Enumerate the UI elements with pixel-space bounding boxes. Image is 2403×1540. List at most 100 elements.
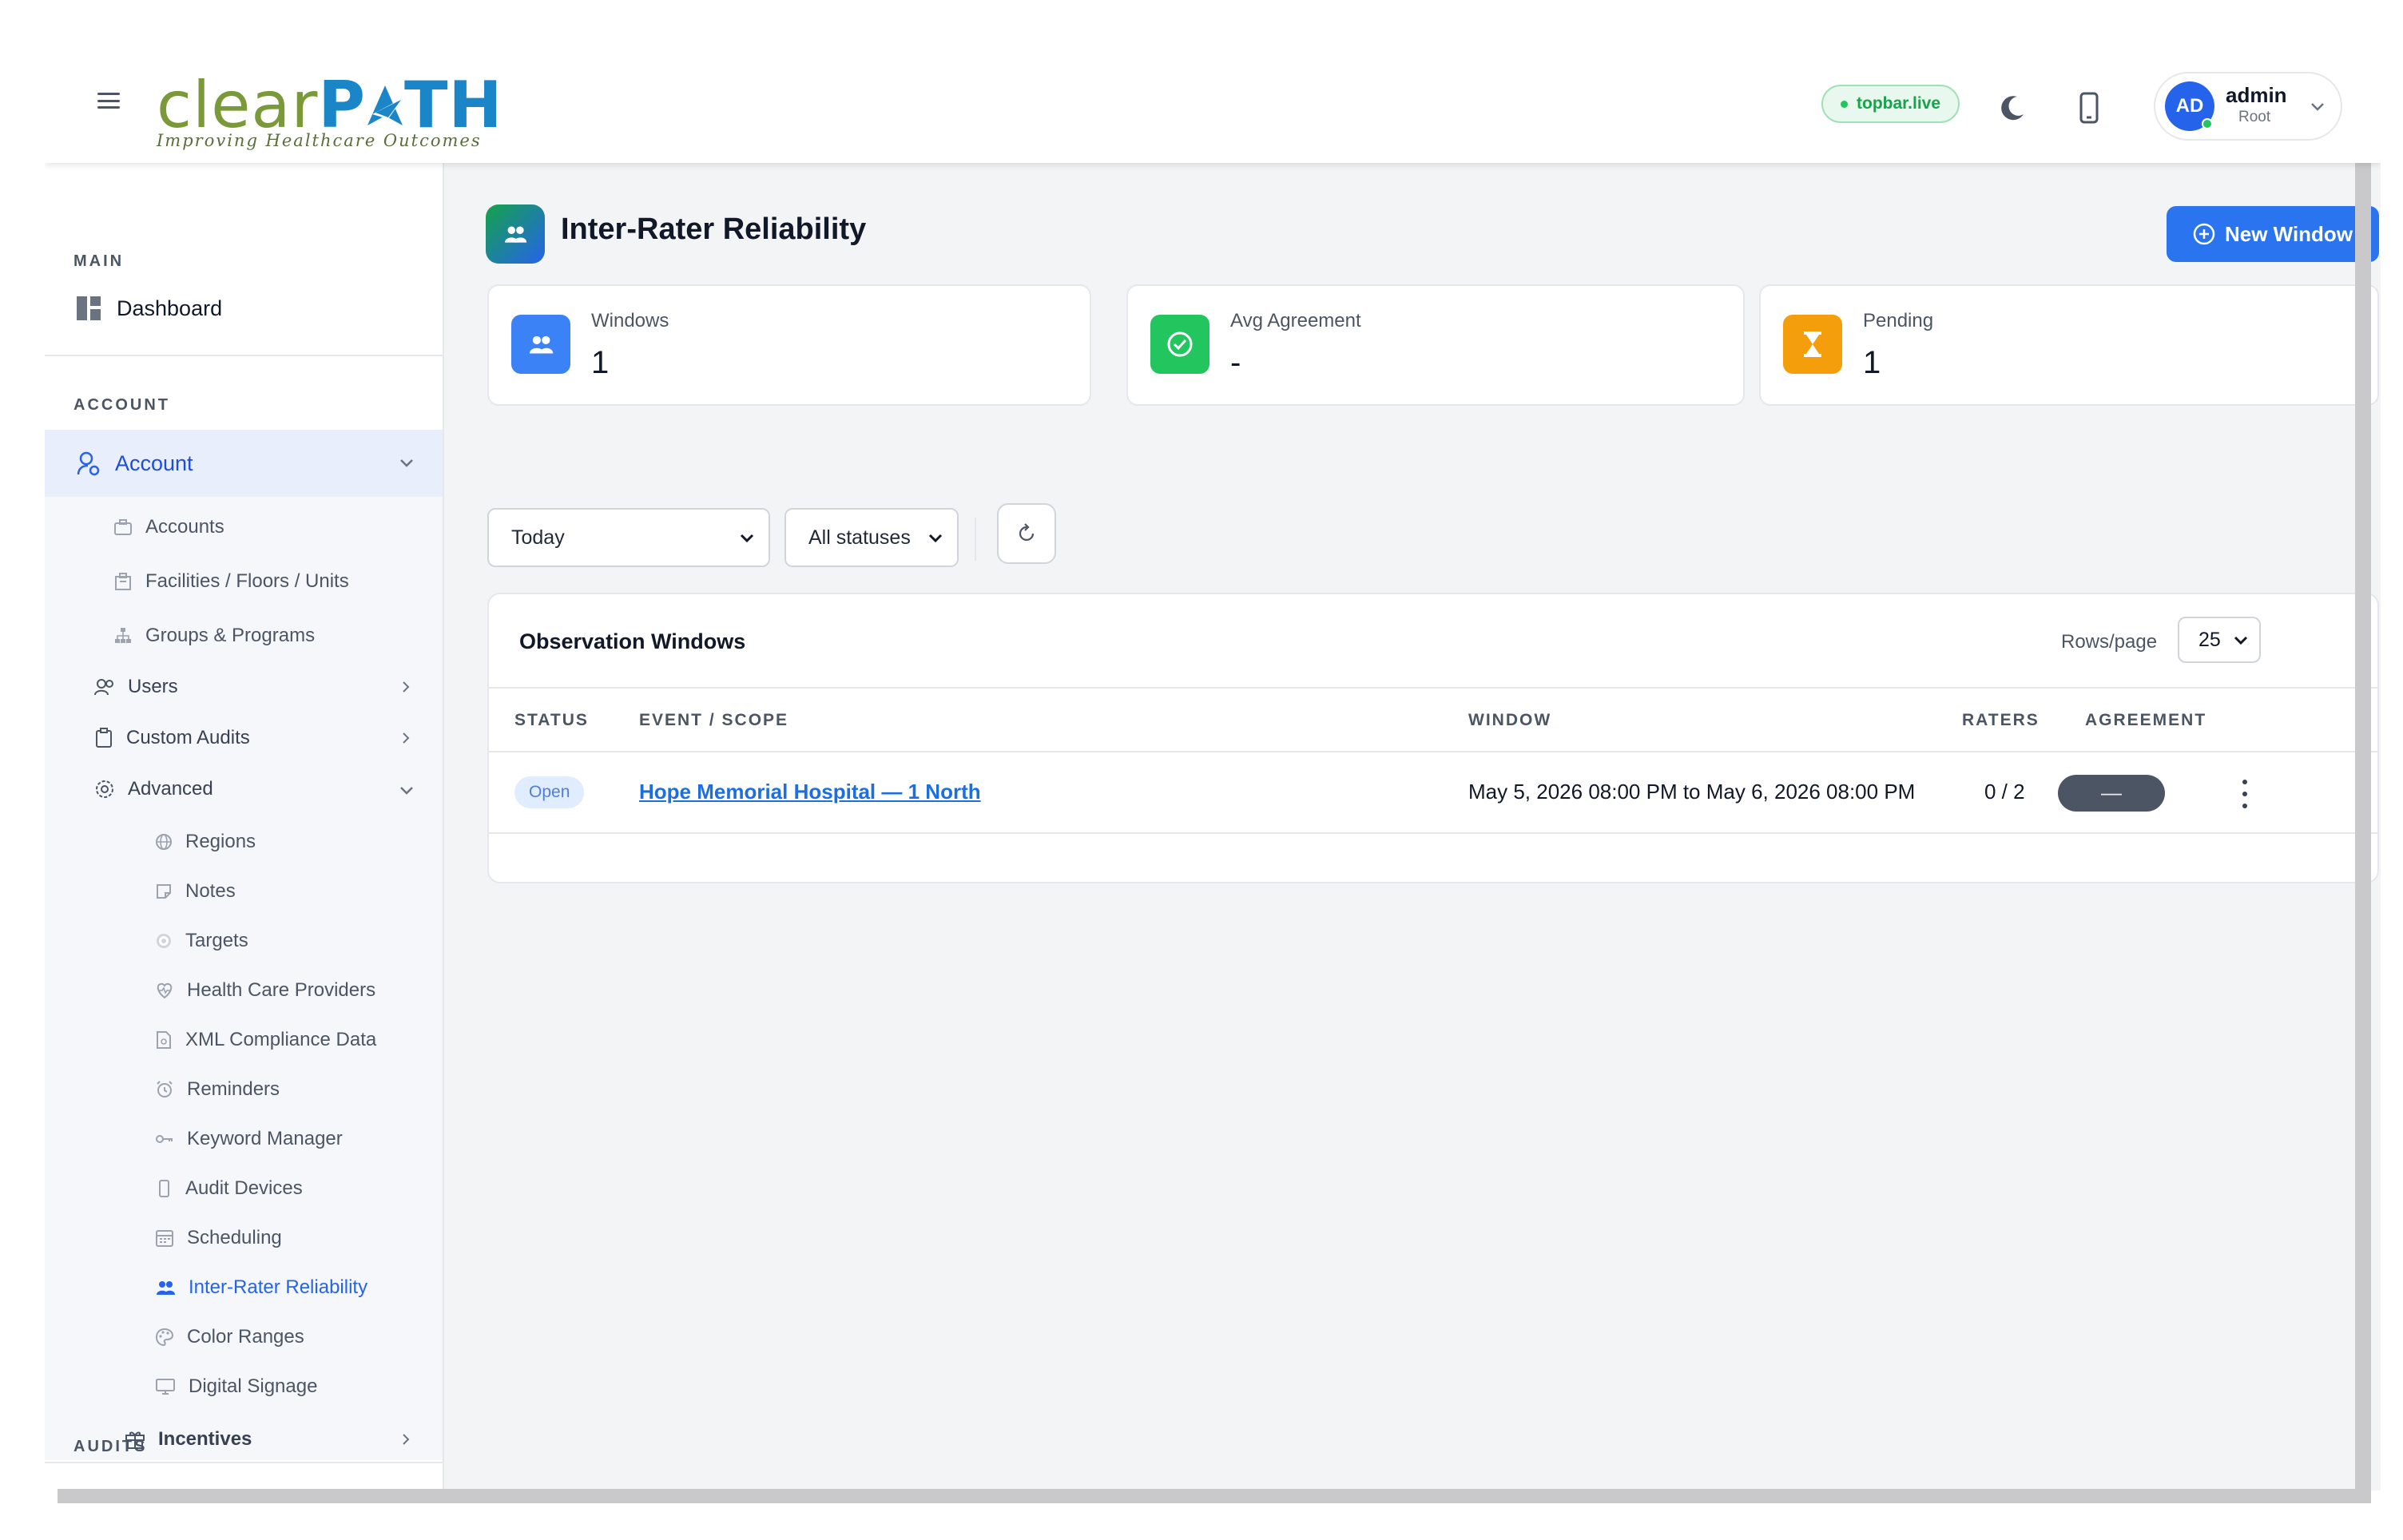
chevron-down-icon bbox=[928, 534, 943, 543]
window-shadow-bottom bbox=[58, 1489, 2371, 1503]
sidebar-item-users[interactable]: Users bbox=[94, 668, 443, 706]
sidebar-item-account[interactable]: Account bbox=[45, 430, 443, 497]
sidebar-item-scheduling[interactable]: Scheduling bbox=[155, 1219, 282, 1257]
window-range: May 5, 2026 08:00 PM to May 6, 2026 08:0… bbox=[1468, 780, 1916, 804]
avatar: AD bbox=[2165, 81, 2214, 131]
user-name: admin bbox=[2226, 83, 2287, 107]
sidebar-item-regions[interactable]: Regions bbox=[155, 823, 256, 861]
date-range-select[interactable]: Today bbox=[487, 508, 770, 567]
column-header-event: EVENT / SCOPE bbox=[639, 711, 789, 729]
stat-title: Avg Agreement bbox=[1230, 310, 1361, 331]
sidebar-item-groups-programs[interactable]: Groups & Programs bbox=[113, 617, 315, 655]
chevron-right-icon bbox=[403, 1434, 410, 1445]
sidebar-item-color-ranges[interactable]: Color Ranges bbox=[155, 1318, 304, 1356]
paper-plane-icon bbox=[367, 85, 403, 125]
sidebar-item-targets[interactable]: Targets bbox=[155, 922, 248, 960]
sidebar-item-label: Account bbox=[115, 450, 193, 475]
agreement-pill: — bbox=[2058, 775, 2165, 812]
logo-tagline: Improving Healthcare Outcomes bbox=[157, 131, 482, 150]
users-icon bbox=[157, 1281, 175, 1295]
file-code-icon bbox=[157, 1031, 171, 1049]
main-content: Inter-Rater Reliability New Window Windo… bbox=[446, 163, 2381, 1490]
calendar-icon bbox=[156, 1230, 173, 1247]
new-window-button[interactable]: New Window bbox=[2167, 206, 2379, 262]
page-title: Inter-Rater Reliability bbox=[561, 212, 867, 246]
topbar: clearP TH Improving Healthcare Outcomes t… bbox=[45, 58, 2381, 163]
sidebar-item-advanced[interactable]: Advanced bbox=[94, 770, 443, 808]
chevron-down-icon bbox=[740, 534, 754, 543]
stat-title: Windows bbox=[591, 310, 669, 331]
column-header-raters: RATERS bbox=[1962, 711, 2040, 729]
app-window: clearP TH Improving Healthcare Outcomes t… bbox=[45, 58, 2381, 1490]
sidebar-divider bbox=[45, 355, 443, 356]
column-header-agreement: AGREEMENT bbox=[2085, 711, 2207, 729]
rows-per-page-label: Rows/page bbox=[2061, 631, 2158, 653]
account-submenu: Accounts Facilities / Floors / Units Gro… bbox=[45, 497, 443, 1460]
stat-card-windows: Windows 1 bbox=[487, 284, 1091, 406]
column-header-status: STATUS bbox=[514, 711, 589, 729]
stat-value: - bbox=[1230, 345, 1241, 380]
stat-value: 1 bbox=[591, 345, 610, 380]
sticky-note-icon bbox=[157, 884, 171, 899]
sidebar-item-label: Dashboard bbox=[117, 296, 223, 320]
sidebar-item-facilities[interactable]: Facilities / Floors / Units bbox=[113, 562, 349, 601]
rows-per-page-select[interactable]: 25 bbox=[2178, 617, 2261, 663]
page-icon bbox=[486, 204, 545, 264]
hourglass-icon bbox=[1783, 315, 1842, 374]
table-row: Open Hope Memorial Hospital — 1 North Ma… bbox=[489, 752, 2377, 834]
sidebar: MAIN Dashboard ACCOUNT Account Accounts … bbox=[45, 163, 444, 1490]
users-icon bbox=[94, 679, 113, 696]
heartbeat-icon bbox=[157, 982, 173, 999]
raters-count: 0 / 2 bbox=[1984, 780, 2025, 804]
sidebar-item-custom-audits[interactable]: Custom Audits bbox=[94, 719, 443, 757]
column-header-window: WINDOW bbox=[1468, 711, 1552, 729]
refresh-button[interactable] bbox=[997, 503, 1056, 564]
building-icon bbox=[115, 573, 131, 590]
palette-icon bbox=[155, 1328, 174, 1347]
event-scope-link[interactable]: Hope Memorial Hospital — 1 North bbox=[639, 780, 981, 804]
briefcase-icon bbox=[114, 519, 132, 535]
table-header: STATUS EVENT / SCOPE WINDOW RATERS AGREE… bbox=[489, 687, 2377, 752]
alarm-clock-icon bbox=[157, 1081, 173, 1097]
key-icon bbox=[156, 1135, 173, 1143]
target-icon bbox=[157, 934, 171, 948]
stat-card-pending: Pending 1 bbox=[1759, 284, 2379, 406]
menu-toggle-icon[interactable] bbox=[97, 91, 120, 110]
user-menu[interactable]: AD admin Root bbox=[2154, 72, 2342, 141]
sidebar-divider bbox=[45, 1462, 443, 1463]
chevron-down-icon bbox=[400, 787, 413, 795]
clearpath-logo[interactable]: clearP TH Improving Healthcare Outcomes bbox=[157, 67, 502, 150]
observation-windows-card: Observation Windows Rows/page 25 STATUS … bbox=[487, 593, 2379, 883]
sidebar-item-audit-devices[interactable]: Audit Devices bbox=[155, 1169, 303, 1208]
status-filter-select[interactable]: All statuses bbox=[784, 508, 959, 567]
dark-mode-icon[interactable] bbox=[1994, 89, 2031, 126]
check-circle-icon bbox=[1150, 315, 1209, 374]
sidebar-item-xml-compliance-data[interactable]: XML Compliance Data bbox=[155, 1021, 376, 1059]
online-indicator bbox=[2202, 118, 2213, 129]
sidebar-item-incentives[interactable]: Incentives bbox=[125, 1420, 443, 1459]
globe-icon bbox=[156, 834, 172, 850]
section-heading-audits: AUDITS bbox=[73, 1438, 148, 1455]
chevron-down-icon bbox=[400, 459, 413, 467]
mobile-view-icon[interactable] bbox=[2071, 89, 2107, 126]
stat-title: Pending bbox=[1863, 310, 1934, 331]
sidebar-item-notes[interactable]: Notes bbox=[155, 872, 236, 911]
user-role: Root bbox=[2238, 109, 2271, 125]
row-actions-kebab-icon[interactable] bbox=[2235, 776, 2254, 812]
sidebar-item-health-care-providers[interactable]: Health Care Providers bbox=[155, 971, 375, 1010]
refresh-icon bbox=[1019, 523, 1035, 542]
sidebar-item-keyword-manager[interactable]: Keyword Manager bbox=[155, 1120, 343, 1158]
mobile-device-icon bbox=[159, 1180, 169, 1197]
dashboard-icon bbox=[77, 296, 101, 320]
sitemap-icon bbox=[115, 628, 131, 643]
sidebar-item-reminders[interactable]: Reminders bbox=[155, 1070, 280, 1109]
chevron-right-icon bbox=[403, 732, 410, 744]
clipboard-icon bbox=[96, 728, 112, 748]
stat-value: 1 bbox=[1863, 345, 1881, 380]
chevron-down-icon bbox=[2311, 103, 2324, 111]
gear-icon bbox=[96, 780, 113, 798]
sidebar-item-dashboard[interactable]: Dashboard bbox=[45, 284, 443, 332]
sidebar-item-accounts[interactable]: Accounts bbox=[113, 508, 224, 546]
sidebar-item-digital-signage[interactable]: Digital Signage bbox=[155, 1367, 317, 1406]
sidebar-item-inter-rater-reliability[interactable]: Inter-Rater Reliability bbox=[155, 1268, 367, 1307]
